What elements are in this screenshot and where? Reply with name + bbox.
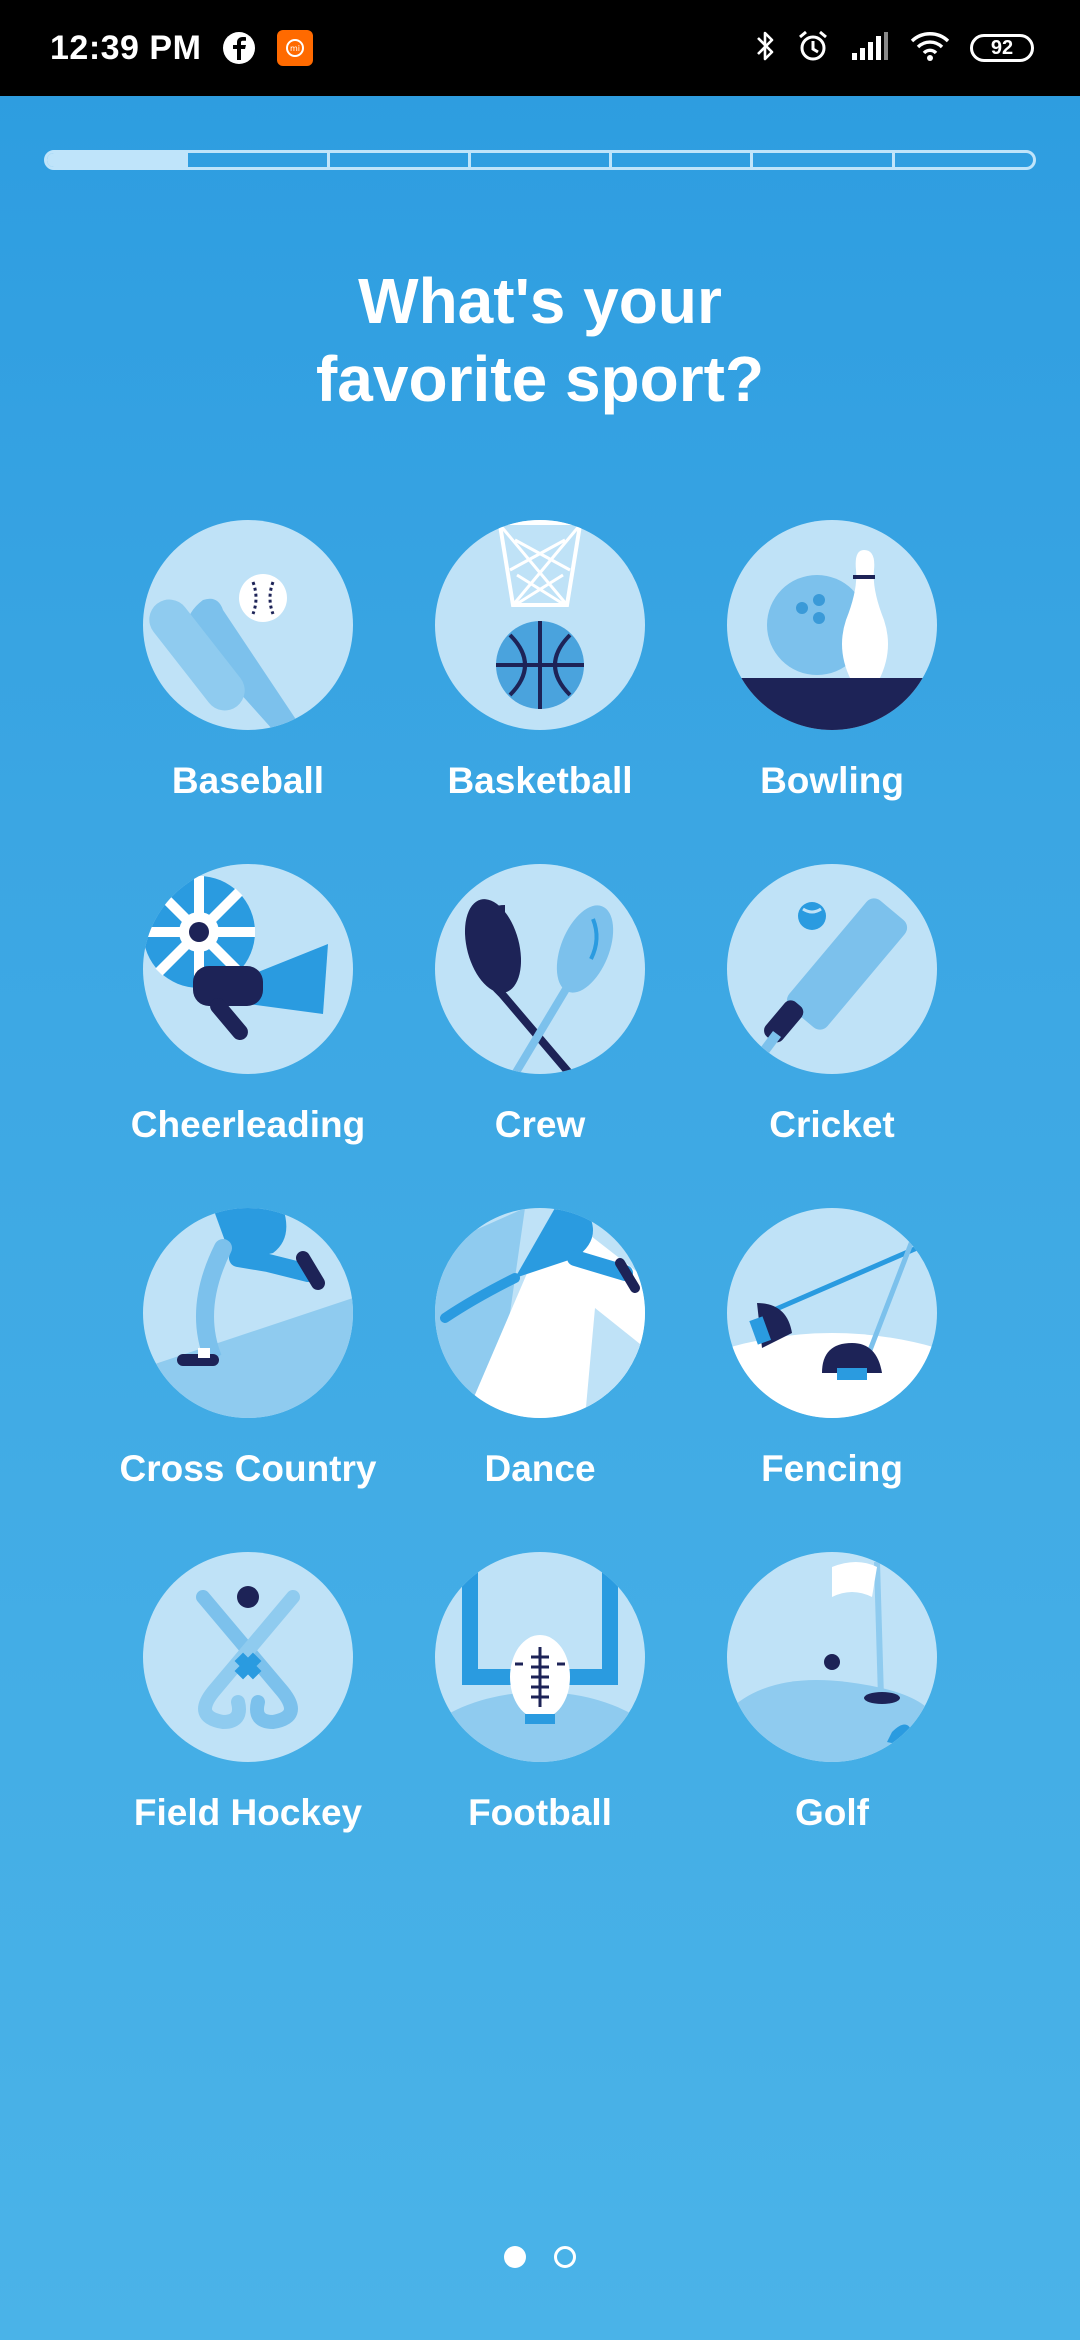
progress-segment — [612, 153, 754, 167]
status-bar: 12:39 PM mi 92 — [0, 0, 1080, 96]
sport-option-cross-country[interactable]: Cross Country — [110, 1208, 386, 1552]
sports-grid: Baseball Basketball Bowling Cheerleading… — [110, 520, 970, 1896]
cricket-icon — [727, 864, 937, 1074]
sport-option-cheerleading[interactable]: Cheerleading — [110, 864, 386, 1208]
sport-label: Bowling — [760, 760, 904, 801]
onboarding-progress-bar — [44, 150, 1036, 170]
progress-segment — [471, 153, 613, 167]
bluetooth-icon — [754, 29, 776, 68]
page-dot-1[interactable] — [504, 2246, 526, 2268]
football-icon — [435, 1552, 645, 1762]
facebook-icon — [223, 32, 256, 64]
fencing-icon — [727, 1208, 937, 1418]
sport-label: Baseball — [171, 760, 325, 801]
sport-label: Dance — [484, 1448, 596, 1489]
golf-icon — [727, 1552, 937, 1762]
status-bar-left: 12:39 PM mi — [50, 28, 314, 68]
battery-icon: 92 — [970, 34, 1034, 62]
alarm-icon — [796, 29, 830, 68]
signal-icon — [850, 31, 890, 66]
sport-label: Crew — [494, 1104, 586, 1145]
title-line-1: What's your — [358, 265, 722, 337]
mi-app-icon: mi — [277, 30, 314, 66]
sport-label: Field Hockey — [133, 1792, 363, 1833]
sport-label: Fencing — [761, 1448, 903, 1489]
title-line-2: favorite sport? — [315, 343, 765, 415]
sport-option-golf[interactable]: Golf — [694, 1552, 970, 1896]
field-hockey-icon — [143, 1552, 353, 1762]
sport-option-football[interactable]: Football — [402, 1552, 678, 1896]
progress-segment — [47, 153, 189, 167]
sport-label: Cheerleading — [130, 1104, 366, 1145]
sport-label: Cricket — [769, 1104, 895, 1145]
page-indicator — [0, 2246, 1080, 2268]
dance-icon — [435, 1208, 645, 1418]
basketball-icon — [435, 520, 645, 730]
sport-option-cricket[interactable]: Cricket — [694, 864, 970, 1208]
sport-option-dance[interactable]: Dance — [402, 1208, 678, 1552]
baseball-icon — [143, 520, 353, 730]
sport-option-baseball[interactable]: Baseball — [110, 520, 386, 864]
sport-option-fencing[interactable]: Fencing — [694, 1208, 970, 1552]
crew-icon — [435, 864, 645, 1074]
sport-option-field-hockey[interactable]: Field Hockey — [110, 1552, 386, 1896]
status-time: 12:39 PM — [50, 28, 202, 67]
cheerleading-icon — [143, 864, 353, 1074]
svg-text:mi: mi — [290, 44, 300, 53]
progress-segment — [188, 153, 330, 167]
sport-option-crew[interactable]: Crew — [402, 864, 678, 1208]
cross-country-icon — [143, 1208, 353, 1418]
progress-segment — [895, 153, 1033, 167]
sport-label: Golf — [795, 1792, 869, 1833]
battery-level: 92 — [990, 36, 1014, 59]
progress-segment — [753, 153, 895, 167]
status-bar-right: 92 — [754, 29, 1034, 68]
sport-option-basketball[interactable]: Basketball — [402, 520, 678, 864]
bowling-icon — [727, 520, 937, 730]
page-title: What's your favorite sport? — [0, 262, 1080, 418]
sport-label: Basketball — [447, 760, 633, 801]
page-dot-2[interactable] — [554, 2246, 576, 2268]
sport-label: Cross Country — [119, 1448, 377, 1489]
sport-label: Football — [468, 1792, 612, 1833]
sport-option-bowling[interactable]: Bowling — [694, 520, 970, 864]
wifi-icon — [910, 30, 950, 67]
progress-segment — [330, 153, 471, 167]
